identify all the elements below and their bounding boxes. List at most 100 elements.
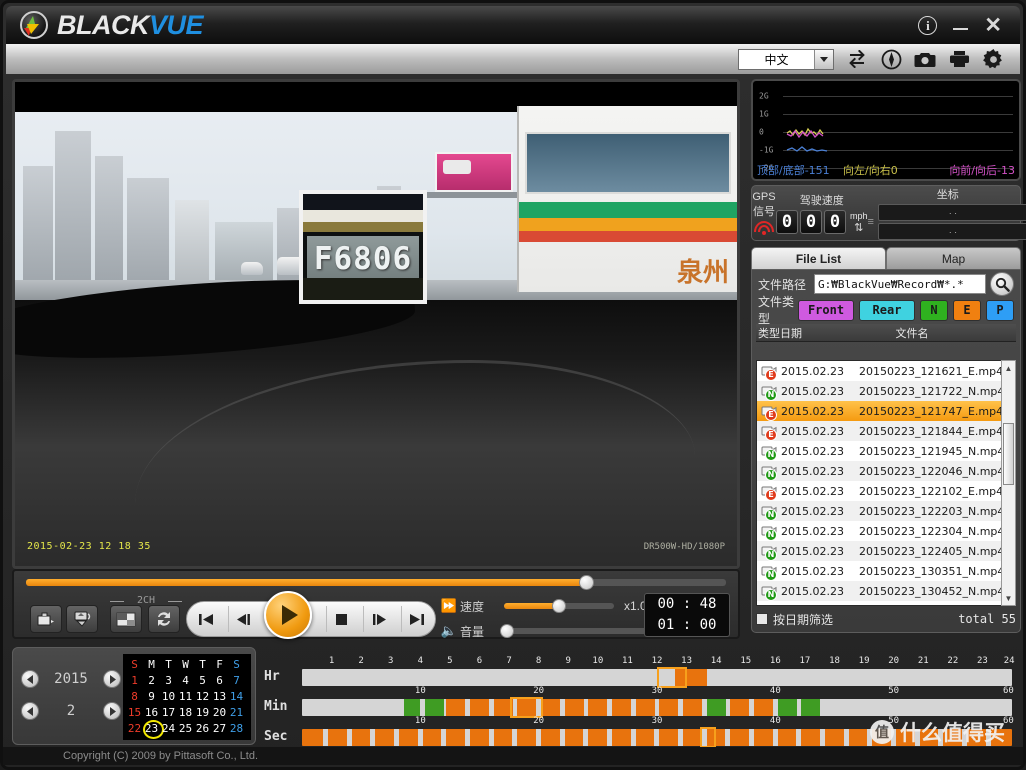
file-list-scrollbar[interactable]: ▲ ▼ <box>1001 360 1016 606</box>
filter-parking[interactable]: P <box>986 299 1014 321</box>
export-button[interactable] <box>66 605 98 633</box>
tab-map[interactable]: Map <box>886 247 1021 269</box>
snapshot-button[interactable] <box>30 605 62 633</box>
table-row[interactable]: E 2015.02.23 20150223_122102_E.mp4 <box>757 481 1015 501</box>
minimize-button[interactable] <box>953 20 969 30</box>
calendar-day[interactable]: 2 <box>143 672 160 688</box>
search-button[interactable] <box>990 272 1014 296</box>
calendar-week: 1 2 3 4 5 6 7 <box>126 672 248 688</box>
volume-slider[interactable] <box>500 624 652 638</box>
unit-toggle-icon[interactable]: ⇅ <box>854 221 863 234</box>
table-row[interactable]: N 2015.02.23 20150223_122203_N.mp4 <box>757 501 1015 521</box>
table-row[interactable]: N 2015.02.23 20150223_122304_N.mp4 <box>757 521 1015 541</box>
scroll-down-icon[interactable]: ▼ <box>1002 591 1015 605</box>
zoom-inset[interactable]: F6806 <box>299 190 427 304</box>
speed-handle[interactable] <box>552 599 566 613</box>
table-row[interactable]: E 2015.02.23 20150223_121844_E.mp4 <box>757 421 1015 441</box>
table-row[interactable]: N 2015.02.23 20150223_122405_N.mp4 <box>757 541 1015 561</box>
timeline-selection-hour[interactable] <box>657 667 687 688</box>
stop-button[interactable] <box>325 606 356 632</box>
prev-file-button[interactable] <box>191 606 221 632</box>
next-month-button[interactable] <box>103 702 121 720</box>
calendar-day[interactable]: 16 <box>143 704 160 720</box>
calendar-day[interactable]: 28 <box>228 720 245 736</box>
calendar-day[interactable]: 9 <box>143 688 160 704</box>
timeline-selection-minute[interactable] <box>510 697 543 718</box>
calendar-day[interactable]: 15 <box>126 704 143 720</box>
calendar-day[interactable]: 24 <box>160 720 177 736</box>
calendar-day[interactable]: 11 <box>177 688 194 704</box>
table-row[interactable]: N 2015.02.23 20150223_130351_N.mp4 <box>757 561 1015 581</box>
sync-icon[interactable] <box>846 48 868 70</box>
calendar-day[interactable]: 7 <box>228 672 245 688</box>
close-button[interactable]: ✕ <box>984 15 1002 36</box>
calendar-day[interactable]: 17 <box>160 704 177 720</box>
calendar-day[interactable]: 26 <box>194 720 211 736</box>
info-icon[interactable]: i <box>918 15 938 35</box>
filter-front[interactable]: Front <box>798 299 854 321</box>
speed-slider[interactable] <box>504 599 614 613</box>
filter-event[interactable]: E <box>953 299 981 321</box>
timeline-selection-second[interactable] <box>699 727 716 748</box>
pip-layout-icon <box>116 612 136 626</box>
calendar-day[interactable]: 10 <box>160 688 177 704</box>
calendar-day[interactable]: 13 <box>211 688 228 704</box>
calendar-day[interactable]: 6 <box>211 672 228 688</box>
calendar-day[interactable]: 4 <box>177 672 194 688</box>
tab-file-list[interactable]: File List <box>751 247 886 269</box>
calendar-day[interactable]: 14 <box>228 688 245 704</box>
calendar-day[interactable]: 25 <box>177 720 194 736</box>
calendar-day[interactable]: 5 <box>194 672 211 688</box>
play-button[interactable] <box>264 591 312 639</box>
calendar-day[interactable]: 12 <box>194 688 211 704</box>
file-list-body[interactable]: E 2015.02.23 20150223_121621_E.mp4 N 201… <box>756 360 1016 606</box>
table-row[interactable]: E 2015.02.23 20150223_121621_E.mp4 <box>757 361 1015 381</box>
next-year-button[interactable] <box>103 670 121 688</box>
calendar-day[interactable]: 8 <box>126 688 143 704</box>
prev-year-button[interactable] <box>21 670 39 688</box>
file-type-icon: N <box>757 505 781 521</box>
seek-handle[interactable] <box>579 575 594 590</box>
table-row[interactable]: E 2015.02.23 20150223_130553_E.mp4 <box>757 601 1015 606</box>
calendar-day[interactable]: 21 <box>228 704 245 720</box>
calendar-day[interactable]: 27 <box>211 720 228 736</box>
video-player[interactable]: 泉州 F6806 2015-02-23 12 18 35 DR500W-HD/1… <box>12 79 740 569</box>
gps-compass-icon[interactable] <box>880 48 902 70</box>
scrollbar-thumb[interactable] <box>1003 423 1014 485</box>
calendar-day[interactable]: 20 <box>211 704 228 720</box>
chevron-down-icon[interactable] <box>814 49 833 69</box>
camera-icon[interactable] <box>914 48 936 70</box>
calendar-day[interactable]: 19 <box>194 704 211 720</box>
table-row[interactable]: N 2015.02.23 20150223_122046_N.mp4 <box>757 461 1015 481</box>
print-icon[interactable] <box>948 48 970 70</box>
step-back-button[interactable] <box>228 606 258 632</box>
settings-gear-icon[interactable] <box>982 48 1004 70</box>
filter-by-date-checkbox[interactable] <box>756 613 768 625</box>
scroll-up-icon[interactable]: ▲ <box>1002 361 1015 375</box>
seek-bar[interactable] <box>26 575 726 590</box>
volume-handle[interactable] <box>500 624 514 638</box>
pip-layout-button[interactable] <box>110 605 142 633</box>
next-file-button[interactable] <box>401 606 431 632</box>
swap-channel-button[interactable] <box>148 605 180 633</box>
timeline-track-minute[interactable] <box>302 697 1012 718</box>
filter-rear[interactable]: Rear <box>859 299 915 321</box>
timeline-row-hour[interactable]: Hr 1 2 3 4 5 6 7 8 9 10 11 12 13 14 15 1… <box>264 656 1015 691</box>
table-row[interactable]: E 2015.02.23 20150223_121747_E.mp4 <box>757 401 1015 421</box>
prev-month-button[interactable] <box>21 702 39 720</box>
calendar-day[interactable]: 22 <box>126 720 143 736</box>
mute-icon[interactable]: 🔈 <box>438 623 460 639</box>
table-row[interactable]: N 2015.02.23 20150223_130452_N.mp4 <box>757 581 1015 601</box>
calendar-grid[interactable]: S M T W T F S 1 2 3 4 5 6 7 8 9 10 11 12… <box>123 654 251 740</box>
table-row[interactable]: N 2015.02.23 20150223_121722_N.mp4 <box>757 381 1015 401</box>
filter-normal[interactable]: N <box>920 299 948 321</box>
calendar-day[interactable]: 1 <box>126 672 143 688</box>
file-path-input[interactable]: G:₩BlackVue₩Record₩*.* <box>814 274 986 294</box>
timeline-track-hour[interactable] <box>302 667 1012 688</box>
table-row[interactable]: N 2015.02.23 20150223_121945_N.mp4 <box>757 441 1015 461</box>
language-select[interactable]: 中文 <box>738 48 834 70</box>
calendar-day-selected[interactable]: 23 <box>143 720 164 739</box>
calendar-day[interactable]: 3 <box>160 672 177 688</box>
calendar-day[interactable]: 18 <box>177 704 194 720</box>
step-forward-button[interactable] <box>363 606 393 632</box>
